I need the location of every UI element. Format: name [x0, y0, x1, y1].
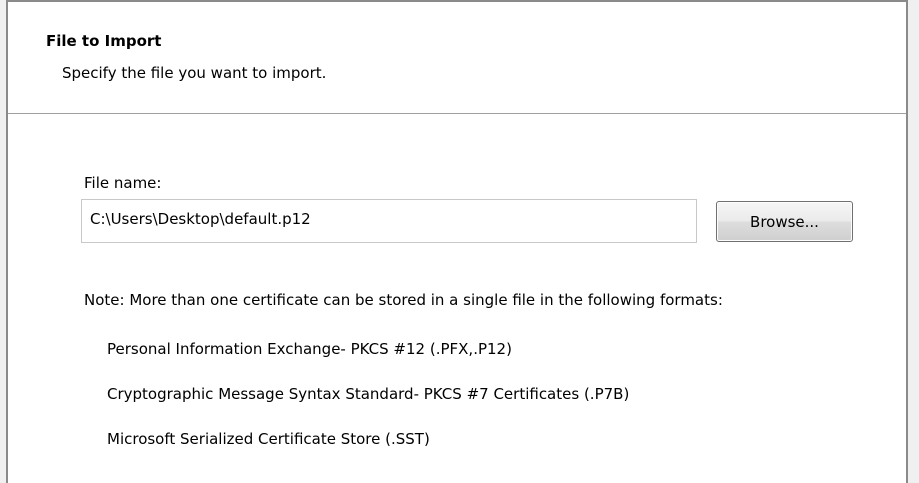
wizard-header: File to Import Specify the file you want…	[8, 2, 906, 113]
format-item-p7b: Cryptographic Message Syntax Standard- P…	[107, 385, 630, 403]
page-subtitle: Specify the file you want to import.	[62, 64, 327, 82]
file-name-label: File name:	[84, 174, 162, 192]
browse-button[interactable]: Browse...	[716, 201, 853, 242]
format-item-sst: Microsoft Serialized Certificate Store (…	[107, 430, 430, 448]
file-name-input[interactable]	[81, 199, 697, 243]
page-title: File to Import	[46, 32, 162, 50]
import-wizard-window: File to Import Specify the file you want…	[6, 0, 908, 483]
format-item-pfx: Personal Information Exchange- PKCS #12 …	[107, 340, 512, 358]
header-divider	[8, 113, 906, 114]
formats-note: Note: More than one certificate can be s…	[84, 291, 723, 309]
